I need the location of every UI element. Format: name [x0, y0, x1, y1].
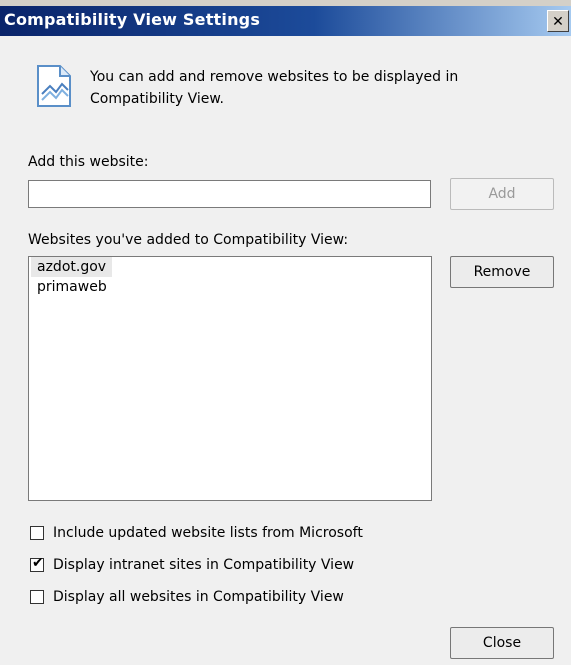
intro-text: You can add and remove websites to be di…: [90, 69, 459, 107]
display-all-websites-checkbox[interactable]: [30, 590, 44, 604]
added-websites-list[interactable]: azdot.gov primaweb: [28, 256, 432, 501]
title-bar: Compatibility View Settings ✕: [0, 6, 571, 36]
include-updated-lists-label: Include updated website lists from Micro…: [53, 525, 363, 541]
close-button[interactable]: Close: [450, 627, 554, 659]
display-intranet-checkbox[interactable]: ✔: [30, 555, 44, 572]
display-intranet-label: Display intranet sites in Compatibility …: [53, 557, 355, 573]
list-item[interactable]: azdot.gov: [29, 257, 431, 277]
remove-button[interactable]: Remove: [450, 256, 554, 288]
dialog-title: Compatibility View Settings: [4, 10, 261, 29]
add-website-input[interactable]: [28, 180, 431, 208]
include-updated-lists-checkbox[interactable]: [30, 526, 44, 540]
compatibility-view-settings-dialog: Compatibility View Settings ✕ You can ad…: [0, 0, 571, 665]
display-all-websites-label: Display all websites in Compatibility Vi…: [53, 589, 344, 605]
add-button[interactable]: Add: [450, 178, 554, 210]
add-website-label: Add this website:: [28, 154, 149, 170]
dialog-content: You can add and remove websites to be di…: [0, 36, 571, 665]
include-updated-lists-option[interactable]: Include updated website lists from Micro…: [30, 522, 363, 544]
list-item[interactable]: primaweb: [31, 277, 431, 297]
close-icon: ✕: [552, 14, 564, 30]
display-intranet-option[interactable]: ✔ Display intranet sites in Compatibilit…: [30, 554, 354, 576]
webpage-icon: [37, 65, 71, 107]
checkmark-icon: ✔: [32, 555, 44, 571]
display-all-websites-option[interactable]: Display all websites in Compatibility Vi…: [30, 586, 344, 608]
title-close-button[interactable]: ✕: [547, 10, 569, 32]
added-websites-label: Websites you've added to Compatibility V…: [28, 232, 349, 248]
